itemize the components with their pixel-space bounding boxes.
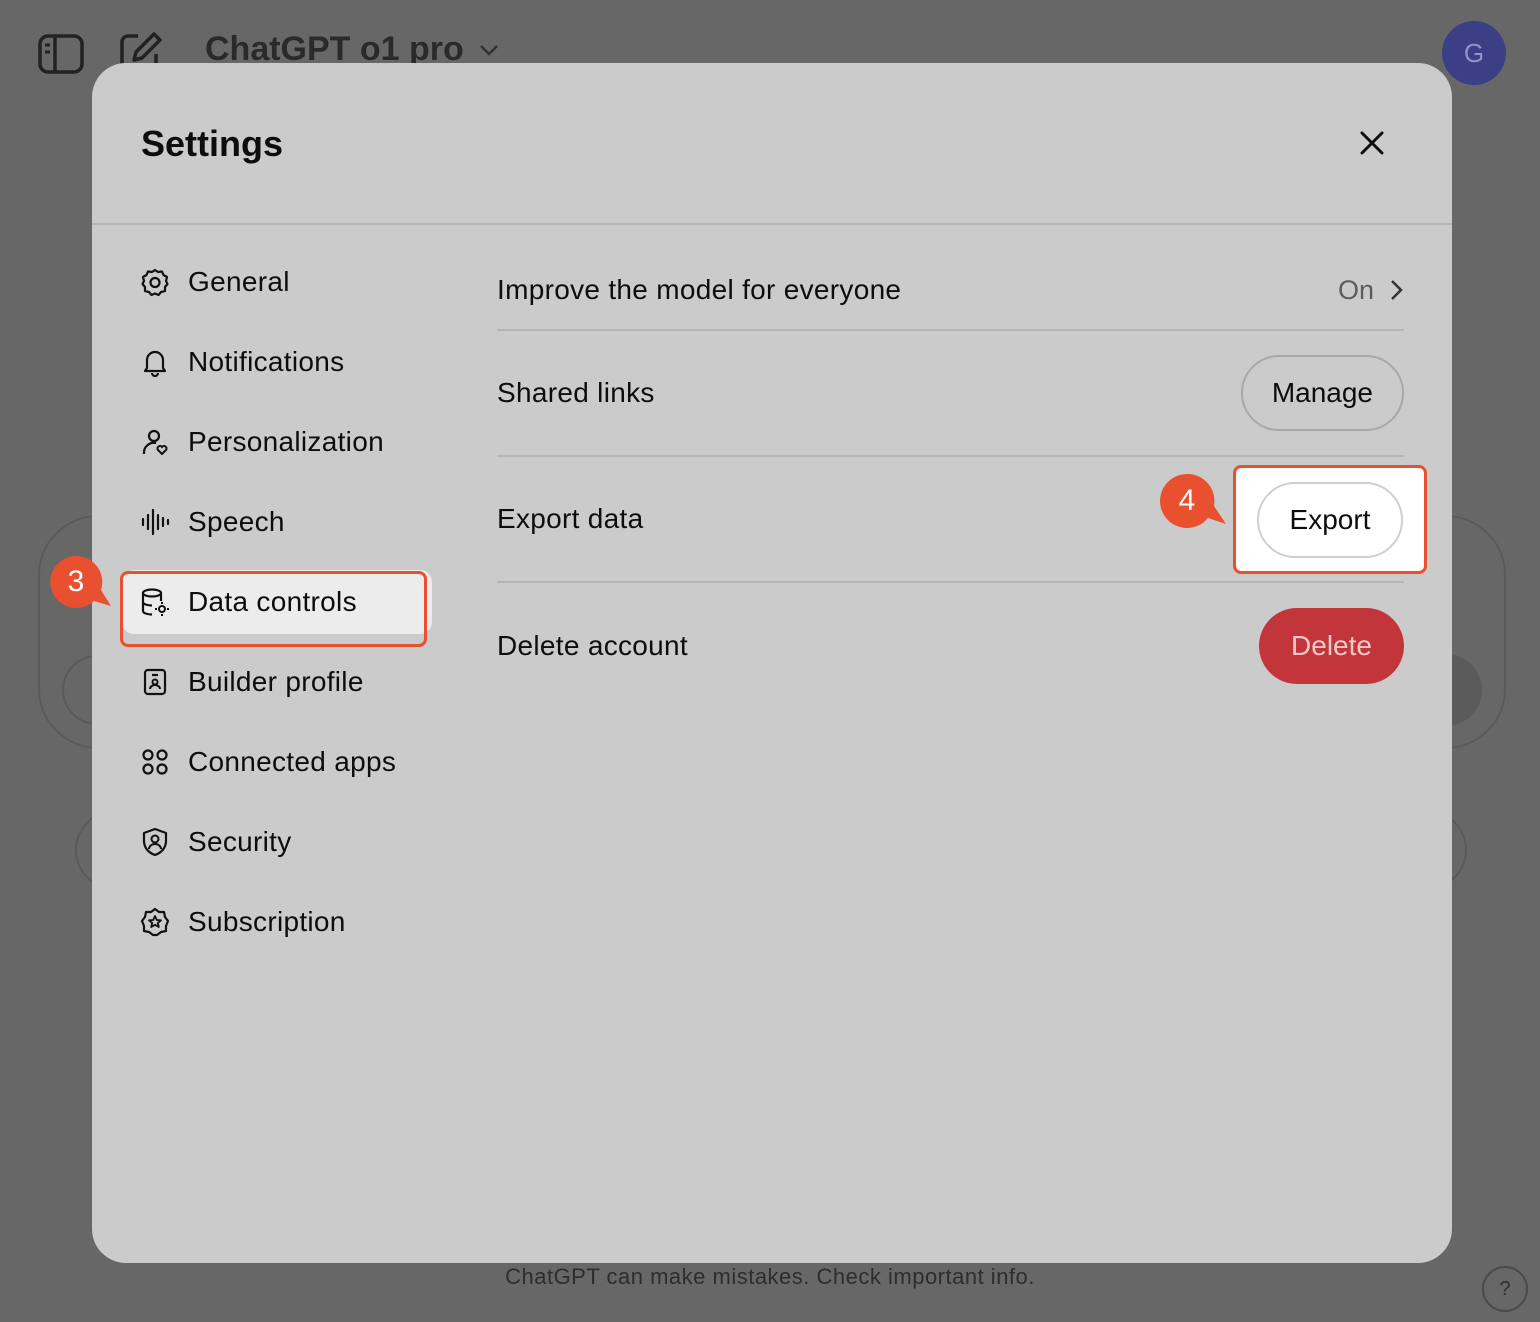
nav-item-subscription[interactable]: Subscription [122,890,432,954]
nav-label: Builder profile [188,666,364,697]
chevron-right-icon [1391,280,1403,300]
nav-item-connected-apps[interactable]: Connected apps [122,730,432,794]
nav-label: Notifications [188,346,345,377]
person-icon [140,427,170,457]
row-label: Improve the model for everyone [497,274,902,305]
delete-account-button[interactable]: Delete [1259,608,1404,684]
setting-value: On [1337,274,1374,305]
apps-grid-icon [140,747,170,777]
step-3-callout: 3 [48,554,111,614]
delete-account-row: Delete account Delete [497,583,1404,709]
disclaimer-text: ChatGPT can make mistakes. Check importa… [505,1264,1035,1289]
gear-icon [140,267,170,297]
row-label: Export data [497,503,644,534]
header-divider [92,223,1452,225]
row-label: Delete account [497,630,688,661]
nav-label: Connected apps [188,746,397,777]
avatar[interactable]: G [1442,21,1506,85]
waveform-icon [140,507,170,537]
manage-button[interactable]: Manage [1240,355,1404,431]
nav-item-speech[interactable]: Speech [122,490,432,554]
dialog-title: Settings [141,123,284,164]
improve-model-toggle-value[interactable]: On [1338,275,1404,306]
nav-label: Personalization [188,426,384,457]
nav-label: General [188,266,290,297]
sidebar-toggle-icon[interactable] [38,34,84,74]
bell-icon [140,347,170,377]
data-controls-highlight [120,571,427,647]
chevron-down-icon [479,44,498,56]
step-number: 3 [67,565,85,598]
nav-item-general[interactable]: General [122,250,432,314]
row-label: Shared links [497,377,655,408]
shared-links-row: Shared links Manage [497,331,1404,457]
nav-item-personalization[interactable]: Personalization [122,410,432,474]
close-icon [1360,131,1384,155]
close-button[interactable] [1354,125,1390,161]
nav-item-builder-profile[interactable]: Builder profile [122,650,432,714]
star-badge-icon [140,907,170,937]
settings-dialog: Settings General Notifications Personali… [92,63,1452,1263]
improve-model-row[interactable]: Improve the model for everyone On [497,251,1404,331]
shield-user-icon [140,827,170,857]
id-badge-icon [140,667,170,697]
export-button[interactable]: Export [1257,482,1403,558]
step-4-callout: 4 [1158,472,1226,532]
nav-label: Subscription [188,906,346,937]
nav-item-notifications[interactable]: Notifications [122,330,432,394]
nav-label: Security [188,826,292,857]
nav-item-security[interactable]: Security [122,810,432,874]
nav-label: Speech [188,506,285,537]
step-number: 4 [1178,484,1196,517]
help-button[interactable]: ? [1482,1266,1528,1312]
